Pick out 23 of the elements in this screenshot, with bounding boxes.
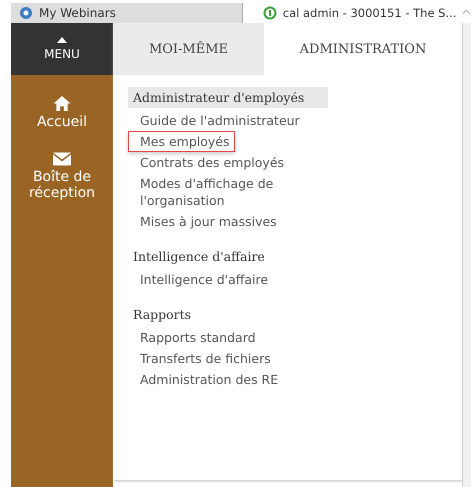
browser-tab[interactable]: My Webinars	[11, 3, 243, 23]
triangle-up-icon	[57, 37, 67, 43]
sidebar-item[interactable]: Accueil	[11, 95, 113, 130]
menu-link[interactable]: Modes d'affichage de l'organisation	[128, 173, 310, 211]
menu-button[interactable]: MENU	[11, 23, 113, 75]
menu-link[interactable]: Intelligence d'affaire	[128, 269, 310, 290]
menu-link[interactable]: Transferts de fichiers	[128, 348, 310, 369]
chevron-up-icon[interactable]	[462, 8, 471, 14]
sidebar-item[interactable]: Boîte de réception	[11, 150, 113, 201]
menu-link[interactable]: Mes employés	[128, 131, 236, 152]
section-heading: Intelligence d'affaire	[132, 248, 266, 266]
menu-link[interactable]: Rapports standard	[128, 327, 310, 348]
menu-link[interactable]: Mises à jour massives	[128, 211, 310, 232]
envelope-icon	[52, 150, 72, 167]
menu-link[interactable]: Guide de l'administrateur	[128, 110, 310, 131]
section-heading: Rapports	[132, 306, 192, 324]
tab[interactable]: ADMINISTRATION	[264, 23, 462, 75]
menu-link[interactable]: Contrats des employés	[128, 152, 310, 173]
tab[interactable]: MOI-MÊME	[113, 23, 264, 75]
section-heading: Administrateur d'employés	[128, 87, 328, 108]
circle-logo-icon	[262, 6, 277, 20]
home-icon	[52, 95, 72, 112]
menu-link[interactable]: Administration des RE	[128, 369, 310, 390]
